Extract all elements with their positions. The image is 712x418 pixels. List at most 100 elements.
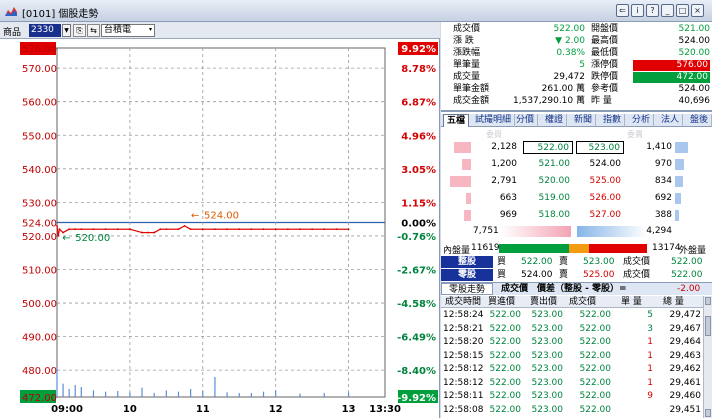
bid-price[interactable]: 521.00 <box>523 158 573 171</box>
ask-price[interactable]: 523.00 <box>576 141 624 154</box>
tab-item[interactable]: 五檔 <box>443 114 470 127</box>
minimize-button[interactable]: _ <box>661 4 674 17</box>
bid-volume-bar <box>466 193 471 204</box>
bid-volume-bar <box>464 210 471 221</box>
in-volume-label: 內盤量 <box>443 246 471 256</box>
tick-row[interactable]: 12:58:21 522.00 523.00 522.00 3 29,467 <box>441 324 703 335</box>
close-button[interactable]: × <box>691 4 704 17</box>
tick-time: 12:58:11 <box>443 391 484 401</box>
tab-item[interactable]: 新聞 <box>571 114 597 127</box>
lot-row: 整股買 522.00 賣 523.00 成交價 522.00 <box>441 256 712 269</box>
tick-px: 522.00 <box>579 391 612 401</box>
quote-value: 521.00 <box>678 24 711 34</box>
price-point <box>201 228 204 231</box>
ask-volume: 970 <box>654 159 672 169</box>
app-icon <box>5 7 17 16</box>
y-tick-left: 472.00 <box>22 393 57 404</box>
lot-sell-value: 525.00 <box>583 270 615 280</box>
scroll-thumb[interactable] <box>705 316 711 336</box>
bid-price[interactable]: 518.00 <box>523 209 573 222</box>
price-point <box>68 228 71 231</box>
tab-item[interactable]: 法人 <box>658 114 684 127</box>
bid-volume: 1,200 <box>491 159 517 169</box>
quote-key: 漲停價 <box>591 60 619 70</box>
lot-row: 零股買 524.00 賣 525.00 成交價 522.00 <box>441 269 712 282</box>
tab-item[interactable]: 分價 <box>513 114 539 127</box>
intraday-chart[interactable]: ← 524.00 ← 520.00 576.00 9.92% 570.00 8.78% 560… <box>0 39 440 418</box>
tick-px: 522.00 <box>579 364 612 374</box>
copy-icon[interactable]: ⎘ <box>73 24 86 37</box>
tab-item[interactable]: 權證 <box>542 114 568 127</box>
ask-price[interactable]: 524.00 <box>576 158 624 171</box>
odd-lot-trend-tab[interactable]: 零股走勢 <box>441 283 493 295</box>
symbol-label: 商品 <box>3 28 22 38</box>
tick-ask: 523.00 <box>531 377 564 388</box>
quote-table: 成交價 522.00 開盤價 521.00 漲 跌 ▼ 2.00 最高價 524.00 漲跌幅 0… <box>441 22 712 112</box>
bid-price[interactable]: 520.00 <box>523 175 573 188</box>
in-volume-value: 11619 <box>471 243 500 253</box>
symbol-dropdown-icon[interactable]: ▼ <box>62 24 71 37</box>
quote-value: 472.00 <box>633 72 710 83</box>
tick-row[interactable]: 12:58:08 522.00 523.00 522.00 29,451 <box>441 405 703 416</box>
y-tick-right: -4.58% <box>397 299 436 310</box>
price-point <box>189 228 192 231</box>
ask-volume-bar <box>675 210 679 221</box>
bid-price[interactable]: 522.00 <box>523 141 573 154</box>
ask-price[interactable]: 526.00 <box>576 192 624 205</box>
tab-item[interactable]: 盤後 <box>687 114 712 127</box>
board-lot-odd-lot: 整股買 522.00 賣 523.00 成交價 522.00 零股買 524.00 賣 525.0… <box>441 256 712 282</box>
tick-row[interactable]: 12:58:11 522.00 523.00 522.00 9 29,460 <box>441 391 703 402</box>
quote-row: 成交價 522.00 開盤價 521.00 <box>441 24 712 35</box>
quote-row: 單筆量 5 漲停價 576.00 <box>441 60 712 71</box>
tick-row[interactable]: 12:58:12 522.00 523.00 522.00 1 29,461 <box>441 378 703 389</box>
ask-volume-bar <box>675 159 684 170</box>
help-button[interactable]: ? <box>646 4 659 17</box>
y-tick-left: 540.00 <box>22 165 57 176</box>
info-button[interactable]: i <box>631 4 644 17</box>
tick-header: 成交時間 <box>445 297 482 307</box>
tick-header: 單 量 <box>621 297 642 307</box>
back-button[interactable]: ⇐ <box>616 4 629 17</box>
bid-volume: 2,791 <box>491 176 517 186</box>
ask-price[interactable]: 527.00 <box>576 209 624 222</box>
name-dropdown-icon[interactable]: ▾ <box>146 24 155 37</box>
tab-item[interactable]: 分析 <box>629 114 655 127</box>
quote-value: 524.00 <box>678 36 711 46</box>
quote-row: 成交金額 1,537,290.10 萬昨 量 40,696 <box>441 96 712 107</box>
quote-row: 成交量 29,472 跌停價 472.00 <box>441 72 712 83</box>
tick-bid: 522.00 <box>489 323 522 334</box>
tick-vol: 1 <box>647 350 653 361</box>
ask-price[interactable]: 525.00 <box>576 175 624 188</box>
y-tick-right: 6.87% <box>401 98 436 109</box>
bid-volume: 663 <box>499 193 517 203</box>
window-title: [0101] 個股走勢 <box>22 9 99 20</box>
tab-item[interactable]: 指數 <box>600 114 626 127</box>
scroll-down-button[interactable] <box>705 409 711 417</box>
tab-item[interactable]: 試撮明細 <box>472 114 516 127</box>
x-tick: 12 <box>269 404 283 415</box>
tick-row[interactable]: 12:58:20 522.00 523.00 522.00 1 29,464 <box>441 337 703 348</box>
symbol-code-input[interactable]: 2330 <box>29 24 61 37</box>
quote-value: 1,537,290.10 萬 <box>513 96 585 106</box>
maximize-button[interactable]: □ <box>676 4 689 17</box>
book-row: 663 519.00 526.00 692 <box>441 190 712 207</box>
tick-row[interactable]: 12:58:24 522.00 523.00 522.00 5 29,472 <box>441 310 703 321</box>
y-tick-left: 500.00 <box>22 299 57 310</box>
tick-time: 12:58:15 <box>443 350 484 361</box>
bid-price[interactable]: 519.00 <box>523 192 573 205</box>
x-tick: 13:30 <box>369 404 401 415</box>
tick-row[interactable]: 12:58:15 522.00 523.00 522.00 1 29,463 <box>441 351 703 362</box>
inout-ratio-bar <box>499 244 647 253</box>
tick-bid: 522.00 <box>489 350 522 361</box>
ask-volume-bar <box>675 176 683 187</box>
ask-volume: 1,410 <box>646 142 672 152</box>
link-icon[interactable]: ⇆ <box>87 24 100 37</box>
bid-volume-bar <box>454 142 471 153</box>
tick-px: 522.00 <box>579 377 612 388</box>
price-point <box>238 228 241 231</box>
tick-scrollbar[interactable] <box>703 296 712 418</box>
quote-key: 最高價 <box>591 36 619 46</box>
quote-key: 單筆金額 <box>453 84 490 94</box>
tick-row[interactable]: 12:58:12 522.00 523.00 522.00 1 29,462 <box>441 364 703 375</box>
scroll-up-button[interactable] <box>705 297 711 305</box>
